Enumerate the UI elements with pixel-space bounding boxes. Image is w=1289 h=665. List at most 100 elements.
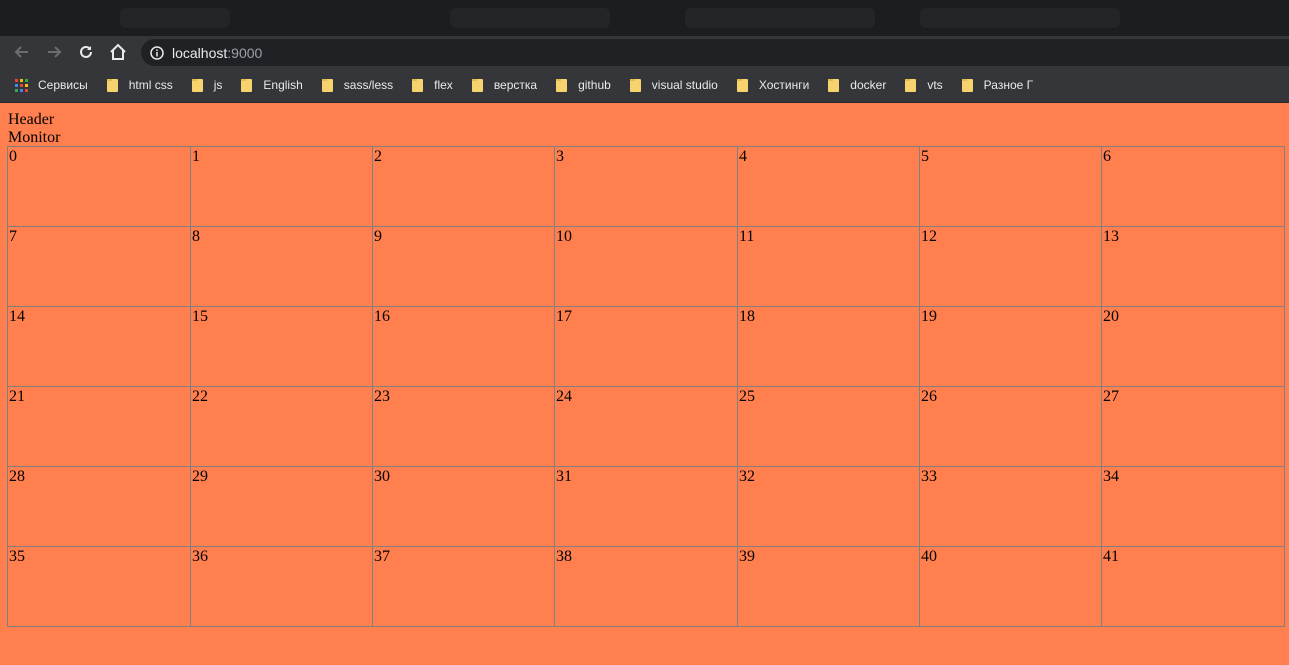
blurred-tab[interactable]	[120, 8, 230, 28]
browser-toolbar: localhost:9000	[0, 36, 1289, 68]
grid-cell: 6	[1101, 146, 1285, 227]
info-icon[interactable]	[150, 45, 164, 60]
blurred-tab[interactable]	[920, 8, 1120, 28]
grid-cell: 3	[554, 146, 738, 227]
grid-cell: 38	[554, 546, 738, 627]
folder-icon	[106, 78, 118, 92]
grid-cell: 8	[190, 226, 373, 307]
grid-cell: 35	[7, 546, 191, 627]
forward-button[interactable]	[42, 40, 66, 64]
bookmark-folder[interactable]: html css	[106, 78, 173, 92]
grid-cell: 12	[919, 226, 1102, 307]
bookmark-label: English	[263, 78, 303, 92]
grid-cell: 29	[190, 466, 373, 547]
bookmark-label: js	[213, 78, 223, 92]
grid-cell: 36	[190, 546, 373, 627]
blurred-tab[interactable]	[450, 8, 610, 28]
page-header: Header	[8, 111, 55, 128]
address-bar[interactable]: localhost:9000	[141, 39, 1289, 66]
reload-icon	[80, 45, 92, 58]
grid-cell: 15	[190, 306, 373, 387]
grid-cell: 10	[554, 226, 738, 307]
bookmark-folder[interactable]: sass/less	[321, 78, 394, 92]
bookmark-label: vts	[927, 78, 943, 92]
grid-cell: 30	[372, 466, 555, 547]
folder-icon	[471, 78, 483, 92]
bookmark-apps[interactable]: Сервисы	[0, 78, 88, 92]
bookmarks-bar: Сервисы html css js English sass/less fl…	[0, 68, 1289, 103]
arrow-right-icon	[48, 46, 62, 58]
grid-cell: 27	[1101, 386, 1285, 467]
page-content: Header Monitor 0 1 2 3 4 5 6 7 8 9 10 11 12 13 14 15 16 1…	[0, 103, 1289, 665]
grid-cell: 37	[372, 546, 555, 627]
monitor-title: Monitor	[8, 129, 61, 146]
url-port: :9000	[227, 44, 263, 61]
folder-icon	[905, 78, 917, 92]
bookmark-folder[interactable]: github	[556, 78, 611, 92]
bookmark-folder[interactable]: vts	[905, 78, 943, 92]
bookmark-label: html css	[128, 78, 173, 92]
folder-icon	[191, 78, 203, 92]
folder-icon	[961, 78, 973, 92]
grid-cell: 16	[372, 306, 555, 387]
reload-button[interactable]	[74, 40, 98, 64]
grid-cell: 13	[1101, 226, 1285, 307]
grid-cell: 17	[554, 306, 738, 387]
apps-grid-icon	[15, 78, 28, 92]
grid-cell: 9	[372, 226, 555, 307]
grid-cell: 0	[7, 146, 191, 227]
calendar-grid: 0 1 2 3 4 5 6 7 8 9 10 11 12 13 14 15 16 17 18 19 20 21 22 23 24…	[7, 146, 1285, 627]
bookmark-folder[interactable]: flex	[412, 78, 453, 92]
grid-cell: 33	[919, 466, 1102, 547]
grid-cell: 7	[7, 226, 191, 307]
grid-cell: 14	[7, 306, 191, 387]
bookmark-folder[interactable]: English	[241, 78, 303, 92]
bookmark-label: flex	[434, 78, 453, 92]
grid-cell: 28	[7, 466, 191, 547]
bookmark-label: Разное Г	[983, 78, 1034, 92]
grid-cell: 21	[7, 386, 191, 467]
grid-cell: 4	[737, 146, 920, 227]
bookmark-folder[interactable]: Хостинги	[736, 78, 810, 92]
blurred-tab[interactable]	[685, 8, 875, 28]
bookmark-label: github	[578, 78, 611, 92]
back-button[interactable]	[10, 40, 34, 64]
bookmark-folder[interactable]: Разное Г	[961, 78, 1034, 92]
grid-cell: 26	[919, 386, 1102, 467]
grid-cell: 39	[737, 546, 920, 627]
grid-cell: 23	[372, 386, 555, 467]
folder-icon	[828, 78, 840, 92]
tab-strip	[0, 0, 1289, 36]
grid-cell: 20	[1101, 306, 1285, 387]
grid-cell: 24	[554, 386, 738, 467]
folder-icon	[556, 78, 568, 92]
grid-cell: 34	[1101, 466, 1285, 547]
grid-cell: 1	[190, 146, 373, 227]
arrow-left-icon	[14, 46, 28, 58]
bookmark-folder[interactable]: docker	[828, 78, 886, 92]
folder-icon	[412, 78, 424, 92]
bookmark-label: Хостинги	[758, 78, 810, 92]
grid-cell: 19	[919, 306, 1102, 387]
bookmark-folder[interactable]: visual studio	[629, 78, 718, 92]
bookmark-label: visual studio	[651, 78, 718, 92]
url-host: localhost	[172, 44, 228, 61]
home-button[interactable]	[106, 40, 130, 64]
folder-icon	[629, 78, 641, 92]
grid-cell: 5	[919, 146, 1102, 227]
folder-icon	[321, 78, 333, 92]
folder-icon	[241, 78, 253, 92]
bookmark-label: sass/less	[343, 78, 394, 92]
folder-icon	[736, 78, 748, 92]
grid-cell: 32	[737, 466, 920, 547]
grid-cell: 2	[372, 146, 555, 227]
bookmark-folder[interactable]: js	[191, 78, 223, 92]
grid-cell: 18	[737, 306, 920, 387]
grid-cell: 41	[1101, 546, 1285, 627]
grid-cell: 22	[190, 386, 373, 467]
bookmark-folder[interactable]: верстка	[471, 78, 538, 92]
grid-cell: 40	[919, 546, 1102, 627]
grid-cell: 25	[737, 386, 920, 467]
bookmark-label: верстка	[493, 78, 538, 92]
grid-cell: 11	[737, 226, 920, 307]
